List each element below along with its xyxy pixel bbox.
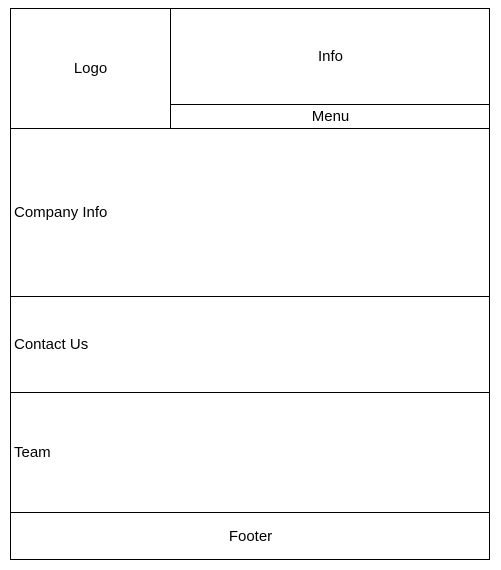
info-block: Info (171, 9, 490, 105)
menu-block: Menu (171, 105, 490, 129)
contact-us-label: Contact Us (14, 336, 89, 353)
logo-block: Logo (11, 9, 171, 129)
company-info-label: Company Info (14, 204, 108, 221)
team-block: Team (11, 393, 490, 513)
info-label: Info (317, 48, 344, 65)
company-info-block: Company Info (11, 129, 490, 297)
menu-label: Menu (311, 108, 350, 125)
logo-label: Logo (73, 60, 108, 77)
wireframe-layout: Logo Info Menu Company Info Contact Us T… (10, 8, 490, 560)
contact-us-block: Contact Us (11, 297, 490, 393)
footer-block: Footer (11, 513, 490, 560)
footer-label: Footer (228, 528, 273, 545)
team-label: Team (14, 444, 51, 461)
